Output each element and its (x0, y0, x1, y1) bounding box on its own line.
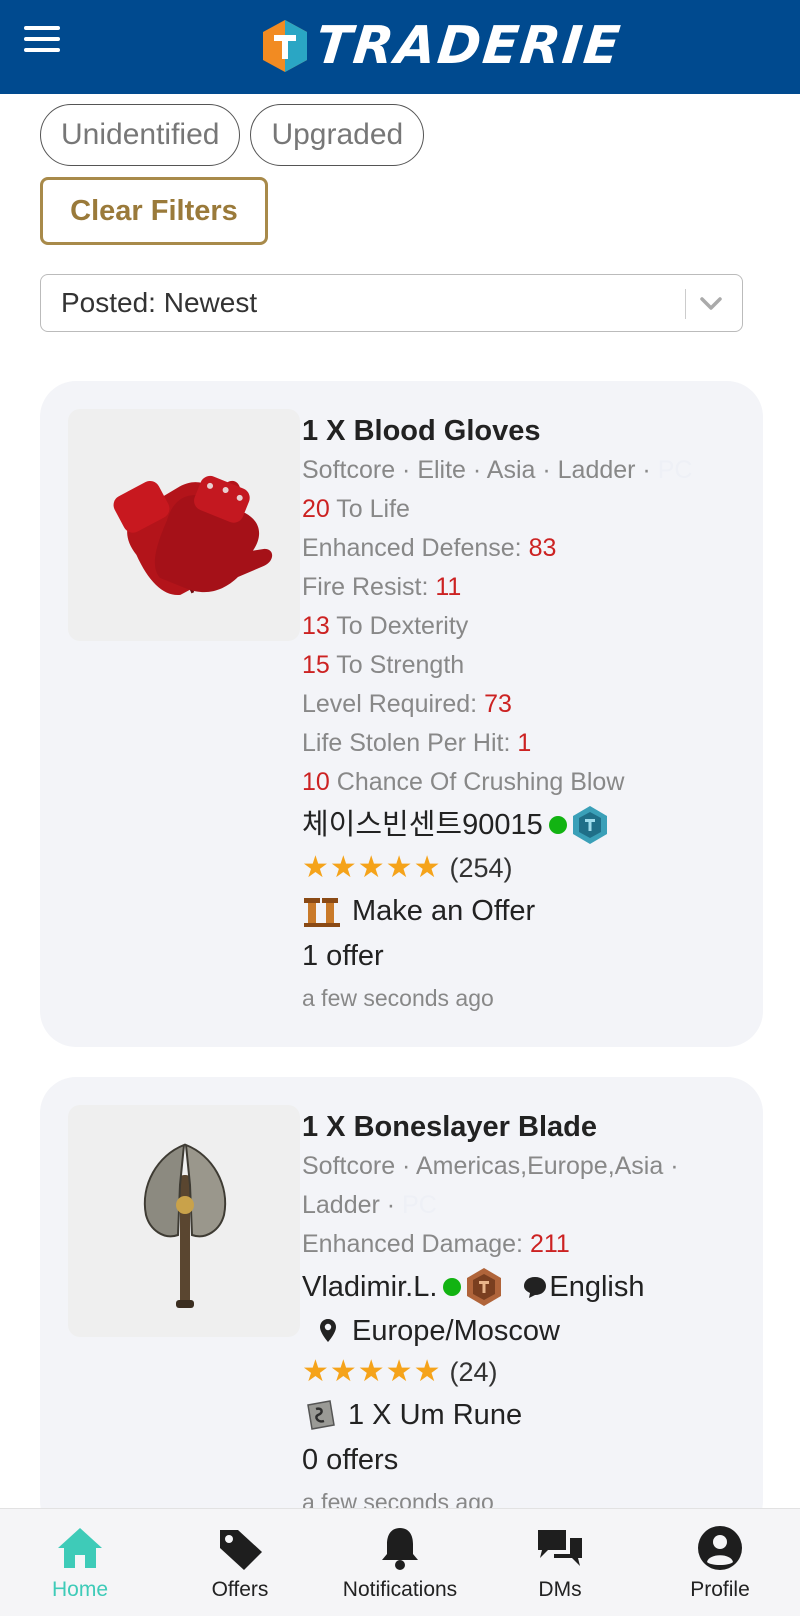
item-meta: Ladder · PC (302, 1191, 437, 1219)
user-icon (698, 1525, 742, 1570)
item-title[interactable]: 1 X Blood Gloves (302, 411, 742, 451)
seller-location: Europe/Moscow (302, 1310, 742, 1352)
nav-label: Notifications (342, 1577, 458, 1601)
item-stat: Enhanced Defense: 83 (302, 534, 557, 562)
filter-chips: Unidentified Upgraded (40, 104, 425, 166)
item-title[interactable]: 1 X Boneslayer Blade (302, 1107, 742, 1147)
item-stat: 20 To Life (302, 495, 410, 523)
asking-price-label[interactable]: 1 X Um Rune (348, 1392, 522, 1438)
item-stat: 13 To Dexterity (302, 612, 469, 640)
nav-dms[interactable]: DMs (480, 1509, 640, 1616)
language-label: English (549, 1271, 645, 1303)
filter-chip-upgraded[interactable]: Upgraded (250, 104, 425, 166)
bottom-nav: Home Offers Notifications DMs Profile (0, 1508, 800, 1616)
menu-icon[interactable] (24, 26, 60, 56)
seller-rating: ★★★★★ (24) (302, 1352, 742, 1392)
platform-label: PC (657, 456, 693, 484)
seller-row: Vladimir.L. English (302, 1264, 742, 1310)
bell-icon (382, 1527, 418, 1570)
gloves-icon (113, 475, 273, 595)
item-stat: Life Stolen Per Hit: 1 (302, 729, 532, 757)
online-status-icon (443, 1278, 462, 1296)
nav-label: Profile (690, 1577, 750, 1601)
nav-notifications[interactable]: Notifications (320, 1509, 480, 1616)
app-logo[interactable]: TRADERIE (260, 14, 625, 78)
chevron-down-icon (700, 297, 722, 310)
logo-icon (263, 20, 307, 72)
item-image-boneslayer-blade[interactable] (68, 1105, 300, 1337)
listing-card[interactable]: 1 X Boneslayer Blade Softcore · Americas… (40, 1077, 763, 1537)
home-icon (58, 1527, 102, 1568)
language: English (521, 1264, 645, 1310)
item-stat: Level Required: 73 (302, 690, 512, 718)
filter-chip-unidentified[interactable]: Unidentified (40, 104, 241, 166)
item-stat: Fire Resist: 11 (302, 573, 462, 601)
nav-label: DMs (538, 1577, 582, 1601)
tag-icon (220, 1529, 262, 1570)
clear-filters-button[interactable]: Clear Filters (40, 177, 268, 245)
nav-label: Home (51, 1577, 109, 1601)
nav-home[interactable]: Home (0, 1509, 160, 1616)
rating-count: (254) (449, 853, 513, 883)
seller-row: 체이스빈센트90015 (302, 802, 742, 848)
location-pin-icon (320, 1319, 336, 1342)
nav-offers[interactable]: Offers (160, 1509, 320, 1616)
rank-badge-icon (572, 806, 607, 844)
item-image-blood-gloves[interactable] (68, 409, 300, 641)
axe-icon (143, 1143, 227, 1308)
listing-card[interactable]: 1 X Blood Gloves Softcore · Elite · Asia… (40, 381, 763, 1047)
rank-badge-icon (467, 1268, 502, 1306)
sort-value: Posted: Newest (61, 287, 258, 318)
rating-count: (24) (449, 1357, 498, 1387)
nav-label: Offers (211, 1577, 269, 1601)
chat-icon (538, 1529, 582, 1566)
sort-select[interactable]: Posted: Newest (40, 274, 743, 332)
item-stat: Enhanced Damage: 211 (302, 1230, 570, 1258)
asking-price-row[interactable]: 1 X Um Rune (302, 1392, 742, 1438)
sort-divider (685, 289, 686, 319)
location-label: Europe/Moscow (352, 1315, 560, 1347)
make-offer-row[interactable]: Make an Offer (302, 888, 742, 934)
star-icons: ★★★★★ (302, 851, 442, 884)
top-bar: TRADERIE (0, 0, 800, 94)
speech-bubble-icon (524, 1277, 547, 1298)
item-meta: Softcore · Elite · Asia · Ladder · PC (302, 456, 693, 484)
star-icons: ★★★★★ (302, 1355, 442, 1388)
seller-name[interactable]: Vladimir.L. (302, 1264, 437, 1310)
offers-count: 1 offer (302, 940, 384, 972)
nav-profile[interactable]: Profile (640, 1509, 800, 1616)
seller-rating: ★★★★★ (254) (302, 848, 742, 888)
item-meta: Softcore · Americas,Europe,Asia · (302, 1152, 679, 1180)
item-stat: 15 To Strength (302, 651, 465, 679)
pillars-icon (304, 898, 340, 927)
item-stat: 10 Chance Of Crushing Blow (302, 768, 625, 796)
make-offer-label[interactable]: Make an Offer (352, 888, 535, 934)
posted-time: a few seconds ago (302, 985, 494, 1011)
platform-label: PC (402, 1191, 437, 1219)
offers-count: 0 offers (302, 1444, 399, 1476)
online-status-icon (548, 816, 567, 834)
seller-name[interactable]: 체이스빈센트90015 (302, 802, 543, 848)
rune-icon (307, 1400, 335, 1430)
app-name: TRADERIE (312, 16, 625, 76)
